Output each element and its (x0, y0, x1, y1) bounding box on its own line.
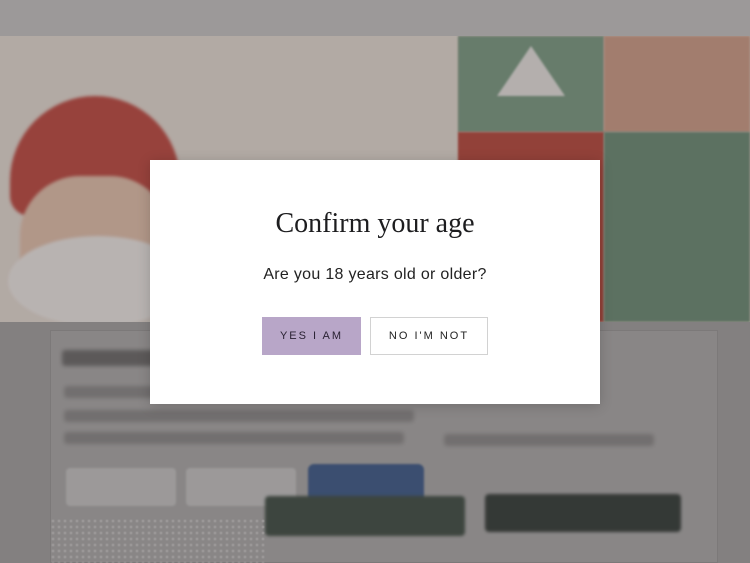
modal-actions: YES I AM NO I'M NOT (262, 317, 488, 355)
age-verification-modal: Confirm your age Are you 18 years old or… (150, 160, 600, 404)
modal-title: Confirm your age (275, 208, 475, 239)
age-question: Are you 18 years old or older? (263, 266, 487, 283)
confirm-age-button[interactable]: YES I AM (262, 317, 361, 355)
deny-age-button[interactable]: NO I'M NOT (370, 317, 488, 355)
